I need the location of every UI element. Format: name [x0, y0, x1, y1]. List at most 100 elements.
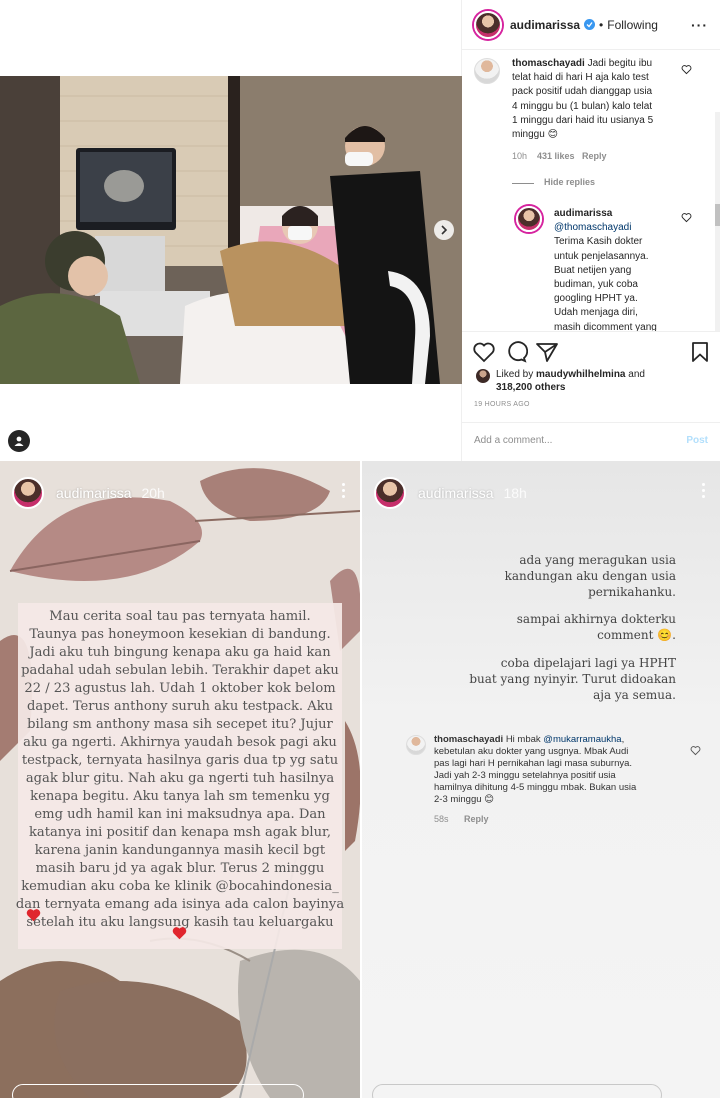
- comment-text: Buat netijen yang: [554, 264, 632, 276]
- more-options-icon[interactable]: [702, 483, 706, 501]
- story-time: 18h: [503, 485, 527, 501]
- comment-username[interactable]: thomaschayadi: [434, 734, 503, 745]
- comment-time: 58s: [434, 814, 449, 824]
- story-line: 22 / 23 agustus lah. Udah 1 oktober kok …: [24, 681, 336, 696]
- avatar[interactable]: [516, 206, 542, 232]
- separator: •: [599, 17, 604, 32]
- divider: [512, 183, 534, 184]
- comment-text: ,: [621, 734, 625, 745]
- story-header: audimarissa 18h: [374, 477, 527, 509]
- reply-button[interactable]: Reply: [582, 151, 607, 161]
- comment-text: kebetulan aku dokter yang usgnya. Mbak A…: [434, 746, 629, 757]
- story-line: pernikahanku.: [588, 585, 676, 599]
- comment-username[interactable]: thomaschayadi: [512, 58, 585, 69]
- story-line: padahal udah sebulan lebih. Terakhir dap…: [21, 663, 339, 678]
- liked-by: Liked by maudywhilhelmina and 318,200 ot…: [496, 368, 645, 394]
- story-username[interactable]: audimarissa: [418, 485, 493, 501]
- avatar[interactable]: [374, 477, 406, 509]
- avatar[interactable]: [406, 735, 426, 755]
- comment-text: Jadi begitu ibu: [587, 58, 653, 69]
- add-comment-input[interactable]: Add a comment...: [474, 435, 552, 446]
- comment-time: 10h: [512, 151, 528, 161]
- comment-reply: audimarissa @thomaschayadi Terima Kasih …: [554, 207, 684, 332]
- story-line: dan ternyata emang ada isinya ada calon …: [15, 897, 345, 912]
- post-sidebar: audimarissa • Following ··· thomaschayad…: [462, 0, 720, 461]
- comment-text: masih dicomment yang: [554, 321, 657, 332]
- add-comment-bar: Add a comment... Post: [462, 422, 720, 461]
- mention-link[interactable]: @thomaschayadi: [554, 221, 684, 235]
- post-timestamp[interactable]: 19 HOURS AGO: [474, 401, 530, 408]
- like-comment-heart-icon[interactable]: [681, 64, 692, 75]
- story-line: Mau cerita soal tau pas ternyata hamil.: [49, 609, 311, 624]
- story-reply-input[interactable]: [12, 1084, 304, 1098]
- mention-link[interactable]: @mukarramaukha: [543, 734, 621, 745]
- story-line: ada yang meragukan usia: [519, 553, 676, 567]
- story-reply-input[interactable]: [372, 1084, 662, 1098]
- comment-text: pack positif udah dianggap usia: [512, 86, 653, 98]
- story-header: audimarissa 20h: [12, 477, 165, 509]
- comment-text: Terima Kasih dokter: [554, 236, 643, 248]
- story-line: karena janin kandungannya masih kecil bg…: [34, 843, 326, 858]
- post-comment-button[interactable]: Post: [686, 435, 708, 446]
- comment-text: pas lagi hari H pernikahan lagi masa sub…: [434, 758, 633, 769]
- comment: thomaschayadi Jadi begitu ibu telat haid…: [512, 57, 692, 142]
- comment-text: Udah menjaga diri,: [554, 307, 638, 319]
- comment-username[interactable]: audimarissa: [554, 207, 684, 221]
- avatar[interactable]: [476, 369, 490, 383]
- next-photo-button[interactable]: [434, 220, 454, 240]
- comments-list: thomaschayadi Jadi begitu ibu telat haid…: [462, 50, 720, 332]
- tagged-users-button[interactable]: [8, 430, 30, 452]
- red-heart-icon: [26, 909, 41, 922]
- story-line: sampai akhirnya dokterku: [516, 612, 676, 626]
- story-line: emg udh hamil kan ini maksudnya apa. Dan: [34, 807, 326, 822]
- story-line: bilang sm anthony masa sih secepet itu? …: [27, 717, 333, 732]
- comment-text: 2-3 minggu 😊: [434, 794, 495, 805]
- post-photo: [0, 76, 462, 384]
- more-options-icon[interactable]: ···: [691, 17, 708, 33]
- save-bookmark-icon[interactable]: [688, 340, 712, 364]
- instagram-post: audimarissa • Following ··· thomaschayad…: [0, 0, 720, 461]
- post-actions: Liked by maudywhilhelmina and 318,200 ot…: [462, 332, 720, 422]
- comment-text: Jadi yah 2-3 minggu setelahnya positif u…: [434, 770, 616, 781]
- story-line: comment 😊.: [597, 628, 676, 642]
- post-header: audimarissa • Following ···: [462, 0, 720, 50]
- comment-bubble-icon[interactable]: [504, 340, 528, 364]
- comment-text: googling HPHT ya.: [554, 293, 638, 305]
- comment-text: hamilnya dihitung 4-5 minggu mbak. Bukan…: [434, 782, 637, 793]
- story-username[interactable]: audimarissa: [56, 485, 131, 501]
- red-heart-icon: [172, 927, 187, 940]
- story-line: masih baru jd ya agak blur. Terus 2 ming…: [35, 861, 325, 876]
- comment-text: Hi mbak: [505, 734, 541, 745]
- comments-scrollbar[interactable]: [715, 112, 720, 331]
- story-line: kemudian aku coba ke klinik @bocahindone…: [21, 879, 339, 894]
- like-comment-heart-icon[interactable]: [681, 212, 692, 223]
- story-line: agak blur gitu. Nah aku ga ngerti tuh ha…: [25, 771, 335, 786]
- comment-text: 1 minggu dari haid itu usianya 5: [512, 114, 654, 126]
- story-left: audimarissa 20h Mau cerita soal tau pas …: [0, 461, 360, 1098]
- comment-text: minggu 😊: [512, 129, 559, 141]
- avatar[interactable]: [12, 477, 44, 509]
- scrollbar-thumb[interactable]: [715, 204, 720, 226]
- liked-by-user[interactable]: maudywhilhelmina: [536, 369, 625, 380]
- post-username[interactable]: audimarissa: [510, 18, 580, 32]
- hide-replies-button[interactable]: Hide replies: [544, 177, 595, 187]
- share-send-icon[interactable]: [535, 340, 559, 364]
- more-options-icon[interactable]: [342, 483, 346, 501]
- story-line: testpack, ternyata hasilnya garis dua tp…: [21, 753, 339, 768]
- liked-by-and: and: [628, 369, 645, 380]
- reply-button[interactable]: Reply: [464, 814, 489, 824]
- comment-likes[interactable]: 431 likes: [537, 151, 575, 161]
- story-line: coba dipelajari lagi ya HPHT: [500, 656, 676, 670]
- likes-count[interactable]: 318,200 others: [496, 382, 566, 393]
- avatar[interactable]: [474, 58, 500, 84]
- story-right: audimarissa 18h ada yang meragukan usia …: [362, 461, 720, 1098]
- story-line: katanya ini positif dan kenapa msh agak …: [28, 825, 332, 840]
- story-line: Jadi aku tuh bingung kenapa aku ga haid …: [29, 645, 331, 660]
- avatar[interactable]: [474, 10, 502, 39]
- like-comment-heart-icon[interactable]: [690, 745, 701, 756]
- like-heart-icon[interactable]: [472, 340, 496, 364]
- story-line: buat yang nyinyir. Turut didoakan: [469, 672, 676, 686]
- story-line: kenapa begitu. Aku tanya lah sm temenku …: [30, 789, 330, 804]
- following-button[interactable]: Following: [607, 18, 658, 32]
- story-line: aja ya semua.: [593, 688, 676, 702]
